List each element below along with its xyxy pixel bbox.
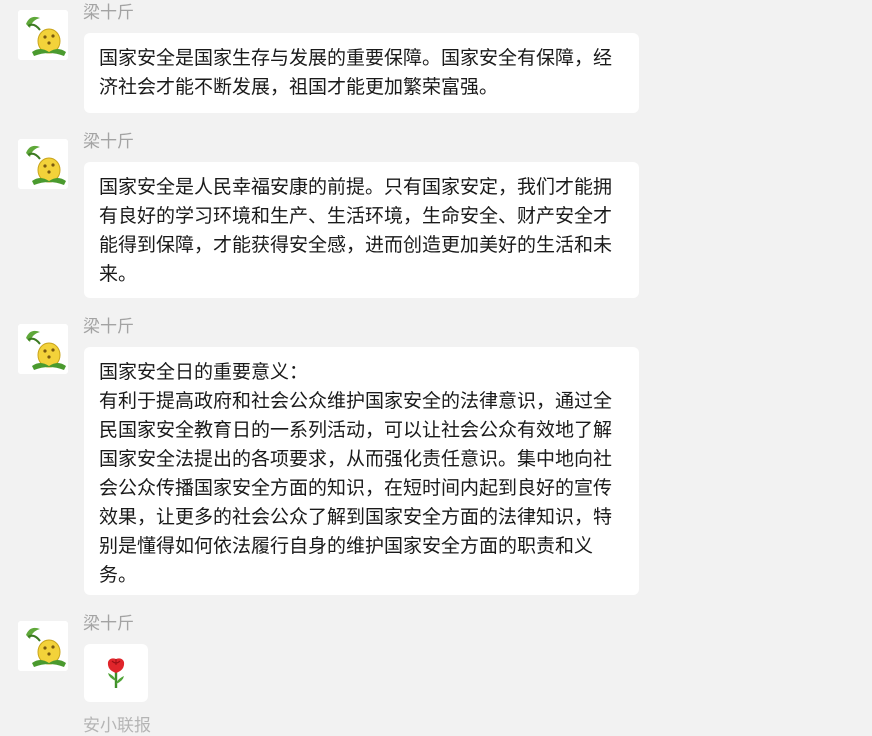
message-text: 国家安全是国家生存与发展的重要保障。国家安全有保障，经济社会才能不断发展，祖国才… [99,47,613,98]
plant-avatar-icon [18,324,68,374]
rose-emoji-icon [107,658,125,688]
plant-avatar-icon [18,10,68,60]
message-text: 国家安全是人民幸福安康的前提。只有国家安定，我们才能拥有良好的学习环境和生产、生… [99,176,613,285]
avatar[interactable] [18,139,68,189]
avatar[interactable] [18,324,68,374]
message-bubble[interactable]: 国家安全是国家生存与发展的重要保障。国家安全有保障，经济社会才能不断发展，祖国才… [84,33,639,113]
avatar[interactable] [18,10,68,60]
message-bubble[interactable]: 国家安全日的重要意义： 有利于提高政府和社会公众维护国家安全的法律意识，通过全民… [84,347,639,595]
sender-name[interactable]: 梁十斤 [83,3,134,23]
plant-avatar-icon [18,621,68,671]
sender-name[interactable]: 梁十斤 [83,132,134,152]
message-text: 有利于提高政府和社会公众维护国家安全的法律意识，通过全民国家安全教育日的一系列活… [99,390,613,586]
avatar[interactable] [18,621,68,671]
sender-name[interactable]: 梁十斤 [83,614,134,634]
sender-name[interactable]: 梁十斤 [83,317,134,337]
message-bubble[interactable] [84,644,148,702]
message-bubble[interactable]: 国家安全是人民幸福安康的前提。只有国家安定，我们才能拥有良好的学习环境和生产、生… [84,162,639,298]
message-text: 国家安全日的重要意义： [99,361,309,383]
sender-name[interactable]: 安小联报 [83,716,151,736]
plant-avatar-icon [18,139,68,189]
